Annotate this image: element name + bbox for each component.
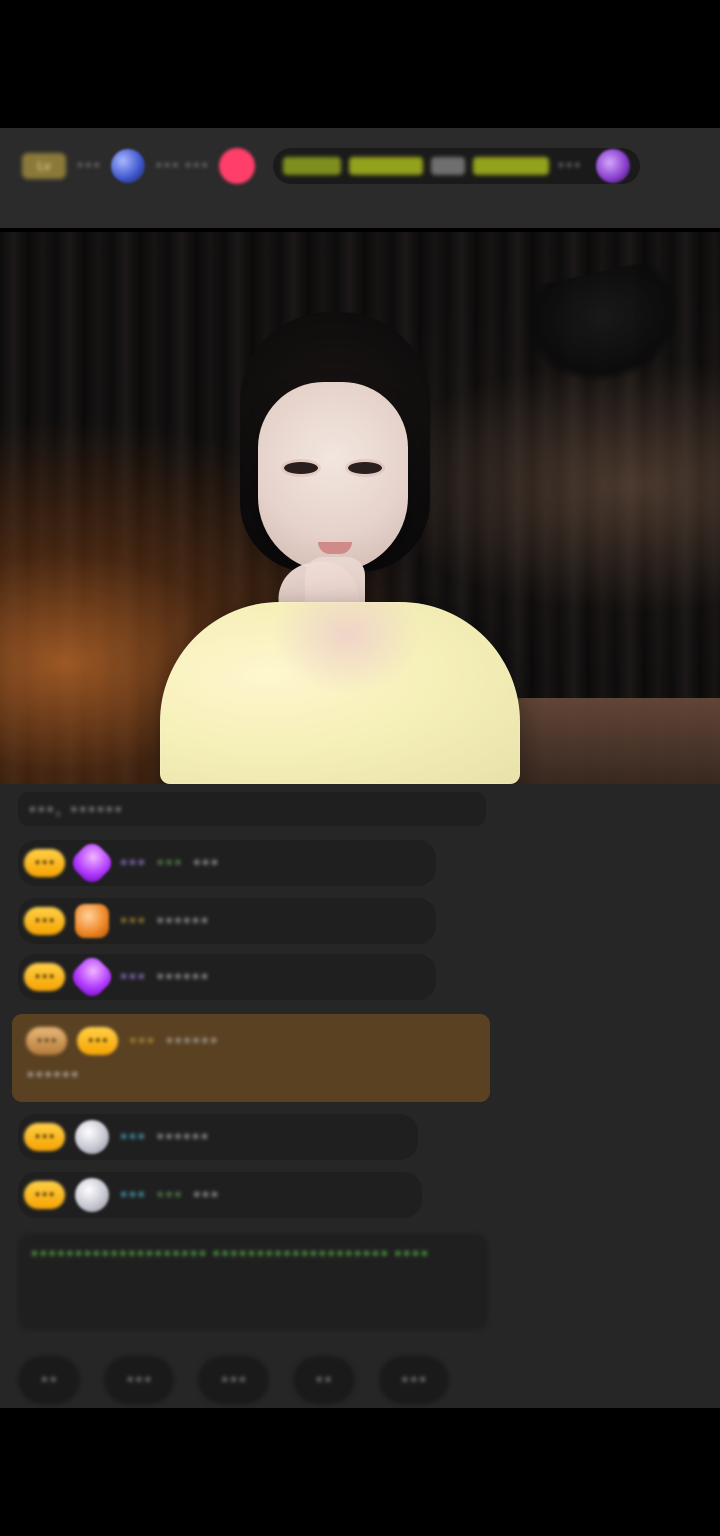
top-fan-avatar[interactable] [595,149,630,183]
highlight-right-pill: ••• [77,1027,119,1055]
chat-item-4-pill: ••• [24,1123,66,1151]
chat-item-1[interactable]: ••• ••• ••• ••• [18,838,436,888]
suggestion-chips: •• ••• ••• •• ••• [18,1354,720,1406]
top-info-row: Lv ••• ••• ••• ••• [22,140,702,192]
chat-item-4-name[interactable]: ••• [119,1128,146,1146]
chat-item-2-message: •••••• [155,912,209,930]
highlight-name[interactable]: ••• [128,1032,155,1050]
background-lamp [515,256,695,398]
bottom-safe-area [0,1408,720,1536]
suggestion-chip-1[interactable]: •• [18,1356,80,1404]
anchor-level-badge: Lv [22,153,66,179]
chat-item-1-message: ••• [192,854,219,872]
system-green-message: •••••••••••••••••••• •••••••••••••••••••… [18,1234,488,1330]
chat-item-2[interactable]: ••• ••• •••••• [18,898,436,944]
chat-notice-text: •••，•••••• [28,800,123,819]
orange-badge-icon [75,904,110,938]
suggestion-chip-5[interactable]: ••• [378,1356,450,1404]
chat-item-1-extra: ••• [155,854,183,872]
chat-item-2-name[interactable]: ••• [119,912,146,930]
chat-item-5-pill: ••• [24,1181,66,1209]
rank-segment-1 [282,157,341,175]
follow-button[interactable] [218,148,255,184]
chat-item-1-name[interactable]: ••• [119,854,146,872]
chat-item-3-name[interactable]: ••• [119,968,146,986]
chat-notice: •••，•••••• [18,792,486,826]
chat-item-5-name[interactable]: ••• [119,1186,146,1204]
chat-item-3[interactable]: ••• ••• •••••• [18,952,436,1002]
highlight-header: ••• ••• ••• •••••• [26,1026,476,1056]
suggestion-chip-4[interactable]: •• [292,1356,355,1404]
chat-item-1-pill: ••• [24,849,66,877]
highlight-left-pill: ••• [26,1027,68,1055]
live-stream-screen: Lv ••• ••• ••• ••• •••，•••••• ••• ••• ••… [0,0,720,1536]
background-sofa [510,698,720,784]
chat-item-5[interactable]: ••• ••• ••• ••• [18,1172,422,1218]
anchor-meta-text: ••• [76,158,101,174]
rank-more-text: ••• [556,158,582,174]
streamer-eye-left [284,462,318,474]
chat-item-5-message: ••• [192,1186,219,1204]
streamer-eye-right [348,462,382,474]
anchor-avatar[interactable] [110,149,145,183]
streamer [160,312,540,784]
rank-pill[interactable]: ••• [272,148,640,184]
rank-segment-2 [348,157,423,175]
highlight-message-line2: •••••• [26,1066,80,1084]
gem-badge-icon [68,838,117,888]
highlight-message[interactable]: ••• ••• ••• •••••• •••••• [12,1014,490,1102]
streamer-sweater [160,602,520,784]
chat-item-4[interactable]: ••• ••• •••••• [18,1114,418,1160]
gray-badge-icon [75,1120,110,1154]
video-feed[interactable] [0,232,720,784]
gray-badge-icon [75,1178,110,1212]
gem-badge-icon [68,952,117,1002]
chat-item-2-pill: ••• [24,907,66,935]
chat-item-3-pill: ••• [24,963,66,991]
highlight-message-line1: •••••• [165,1032,219,1050]
rank-segment-4 [472,157,549,175]
viewer-count-text: ••• ••• [154,158,209,174]
suggestion-chip-2[interactable]: ••• [103,1356,175,1404]
streamer-eyes [284,462,384,482]
chat-item-4-message: •••••• [155,1128,209,1146]
rank-segment-3 [430,157,465,175]
suggestion-chip-3[interactable]: ••• [198,1356,269,1404]
chat-item-3-message: •••••• [155,968,209,986]
chat-item-5-extra: ••• [155,1186,183,1204]
